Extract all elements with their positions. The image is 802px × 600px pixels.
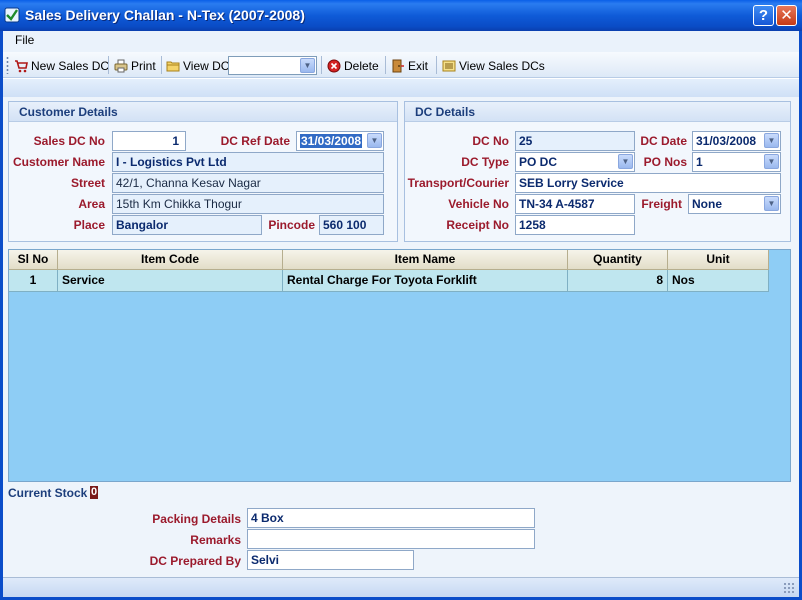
folder-icon [166,61,180,72]
chevron-down-icon[interactable]: ▼ [618,154,633,169]
po-nos-value: 1 [696,155,703,169]
header-band [3,79,799,97]
dc-no-field[interactable]: 25 [515,131,635,151]
dc-prepared-by-field[interactable]: Selvi [247,550,414,570]
sales-dc-no-field[interactable]: 1 [112,131,186,151]
packing-details-label: Packing Details [152,512,241,526]
dc-ref-date-label: DC Ref Date [220,134,290,148]
area-field[interactable]: 15th Km Chikka Thogur [112,194,384,214]
new-sales-dc-label: New Sales DC [31,59,110,73]
customer-details-header: Customer Details [9,102,397,122]
place-field[interactable]: Bangalor [112,215,262,235]
vehicle-no-field[interactable]: TN-34 A-4587 [515,194,635,214]
toolbar-separator [436,56,437,74]
delete-icon [327,59,341,73]
window-title: Sales Delivery Challan - N-Tex (2007-200… [25,7,305,23]
delete-label: Delete [344,59,379,73]
dc-date-picker[interactable]: 31/03/2008 ▼ [692,131,781,151]
menu-bar [3,31,799,52]
delete-button[interactable]: Delete [327,57,379,75]
table-cell-unit[interactable]: Nos [668,270,769,292]
street-label: Street [70,176,105,190]
exit-label: Exit [408,59,429,73]
dc-type-select[interactable]: PO DC ▼ [515,152,635,172]
receipt-no-label: Receipt No [446,218,509,232]
column-header-item-name[interactable]: Item Name [283,250,568,270]
area-label: Area [78,197,105,211]
freight-select[interactable]: None ▼ [688,194,781,214]
dc-no-label: DC No [472,134,509,148]
toolbar-separator [321,56,322,74]
current-stock-value: 0 [90,486,98,499]
toolbar-separator [385,56,386,74]
freight-value: None [692,197,722,211]
customer-name-label: Customer Name [12,155,105,169]
column-header-unit[interactable]: Unit [668,250,769,270]
menu-file[interactable]: File [15,33,34,47]
transport-label: Transport/Courier [407,176,509,190]
dc-date-value: 31/03/2008 [696,134,757,148]
vehicle-no-label: Vehicle No [448,197,509,211]
dc-date-label: DC Date [640,134,687,148]
view-sales-dcs-label: View Sales DCs [459,59,545,73]
view-sales-dcs-button[interactable]: View Sales DCs [442,57,545,75]
toolbar-separator [161,56,162,74]
remarks-label: Remarks [190,533,241,547]
resize-grip[interactable] [783,582,795,594]
chevron-down-icon[interactable]: ▼ [764,196,779,211]
new-sales-dc-button[interactable]: New Sales DC [14,57,109,75]
transport-field[interactable]: SEB Lorry Service [515,173,781,193]
view-dc-select[interactable]: ▼ [228,56,317,75]
pincode-label: Pincode [268,218,315,232]
print-button[interactable]: Print [114,57,156,75]
table-cell-item-name[interactable]: Rental Charge For Toyota Forklift [283,270,568,292]
dc-ref-date-value: 31/03/2008 [300,134,363,148]
list-icon [442,60,456,72]
toolbar-grip[interactable] [6,56,9,74]
dc-ref-date-picker[interactable]: 31/03/2008 ▼ [296,131,384,151]
table-cell-sl-no[interactable]: 1 [9,270,58,292]
packing-details-field[interactable]: 4 Box [247,508,535,528]
help-button[interactable]: ? [753,5,774,26]
pincode-field[interactable]: 560 100 [319,215,384,235]
street-field[interactable]: 42/1, Channa Kesav Nagar [112,173,384,193]
toolbar-separator [108,56,109,74]
column-header-sl-no[interactable]: Sl No [9,250,58,270]
checkmark-app-icon [4,7,20,23]
printer-icon [114,59,128,73]
freight-label: Freight [641,197,682,211]
view-dc-button[interactable]: View DC [166,57,229,75]
dc-prepared-by-label: DC Prepared By [149,554,241,568]
chevron-down-icon[interactable]: ▼ [300,58,315,73]
table-cell-quantity[interactable]: 8 [568,270,668,292]
status-bar [3,577,799,597]
receipt-no-field[interactable]: 1258 [515,215,635,235]
po-nos-label: PO Nos [643,155,687,169]
po-nos-select[interactable]: 1 ▼ [692,152,781,172]
column-header-item-code[interactable]: Item Code [58,250,283,270]
customer-name-field[interactable]: I - Logistics Pvt Ltd [112,152,384,172]
column-header-quantity[interactable]: Quantity [568,250,668,270]
dc-type-label: DC Type [461,155,509,169]
cart-icon [15,60,28,73]
current-stock-label: Current Stock [8,486,88,500]
chevron-down-icon[interactable]: ▼ [367,133,382,148]
dc-type-value: PO DC [519,155,558,169]
sales-dc-no-label: Sales DC No [33,134,105,148]
chevron-down-icon[interactable]: ▼ [764,154,779,169]
table-cell-item-code[interactable]: Service [58,270,283,292]
print-label: Print [131,59,156,73]
customer-details-title: Customer Details [19,105,118,119]
remarks-field[interactable] [247,529,535,549]
view-dc-label: View DC [183,59,230,73]
dc-details-header: DC Details [405,102,790,122]
place-label: Place [73,218,105,232]
chevron-down-icon[interactable]: ▼ [764,133,779,148]
exit-door-icon [392,59,404,73]
close-button[interactable]: ✕ [776,5,797,26]
exit-button[interactable]: Exit [391,57,428,75]
dc-details-title: DC Details [415,105,476,119]
